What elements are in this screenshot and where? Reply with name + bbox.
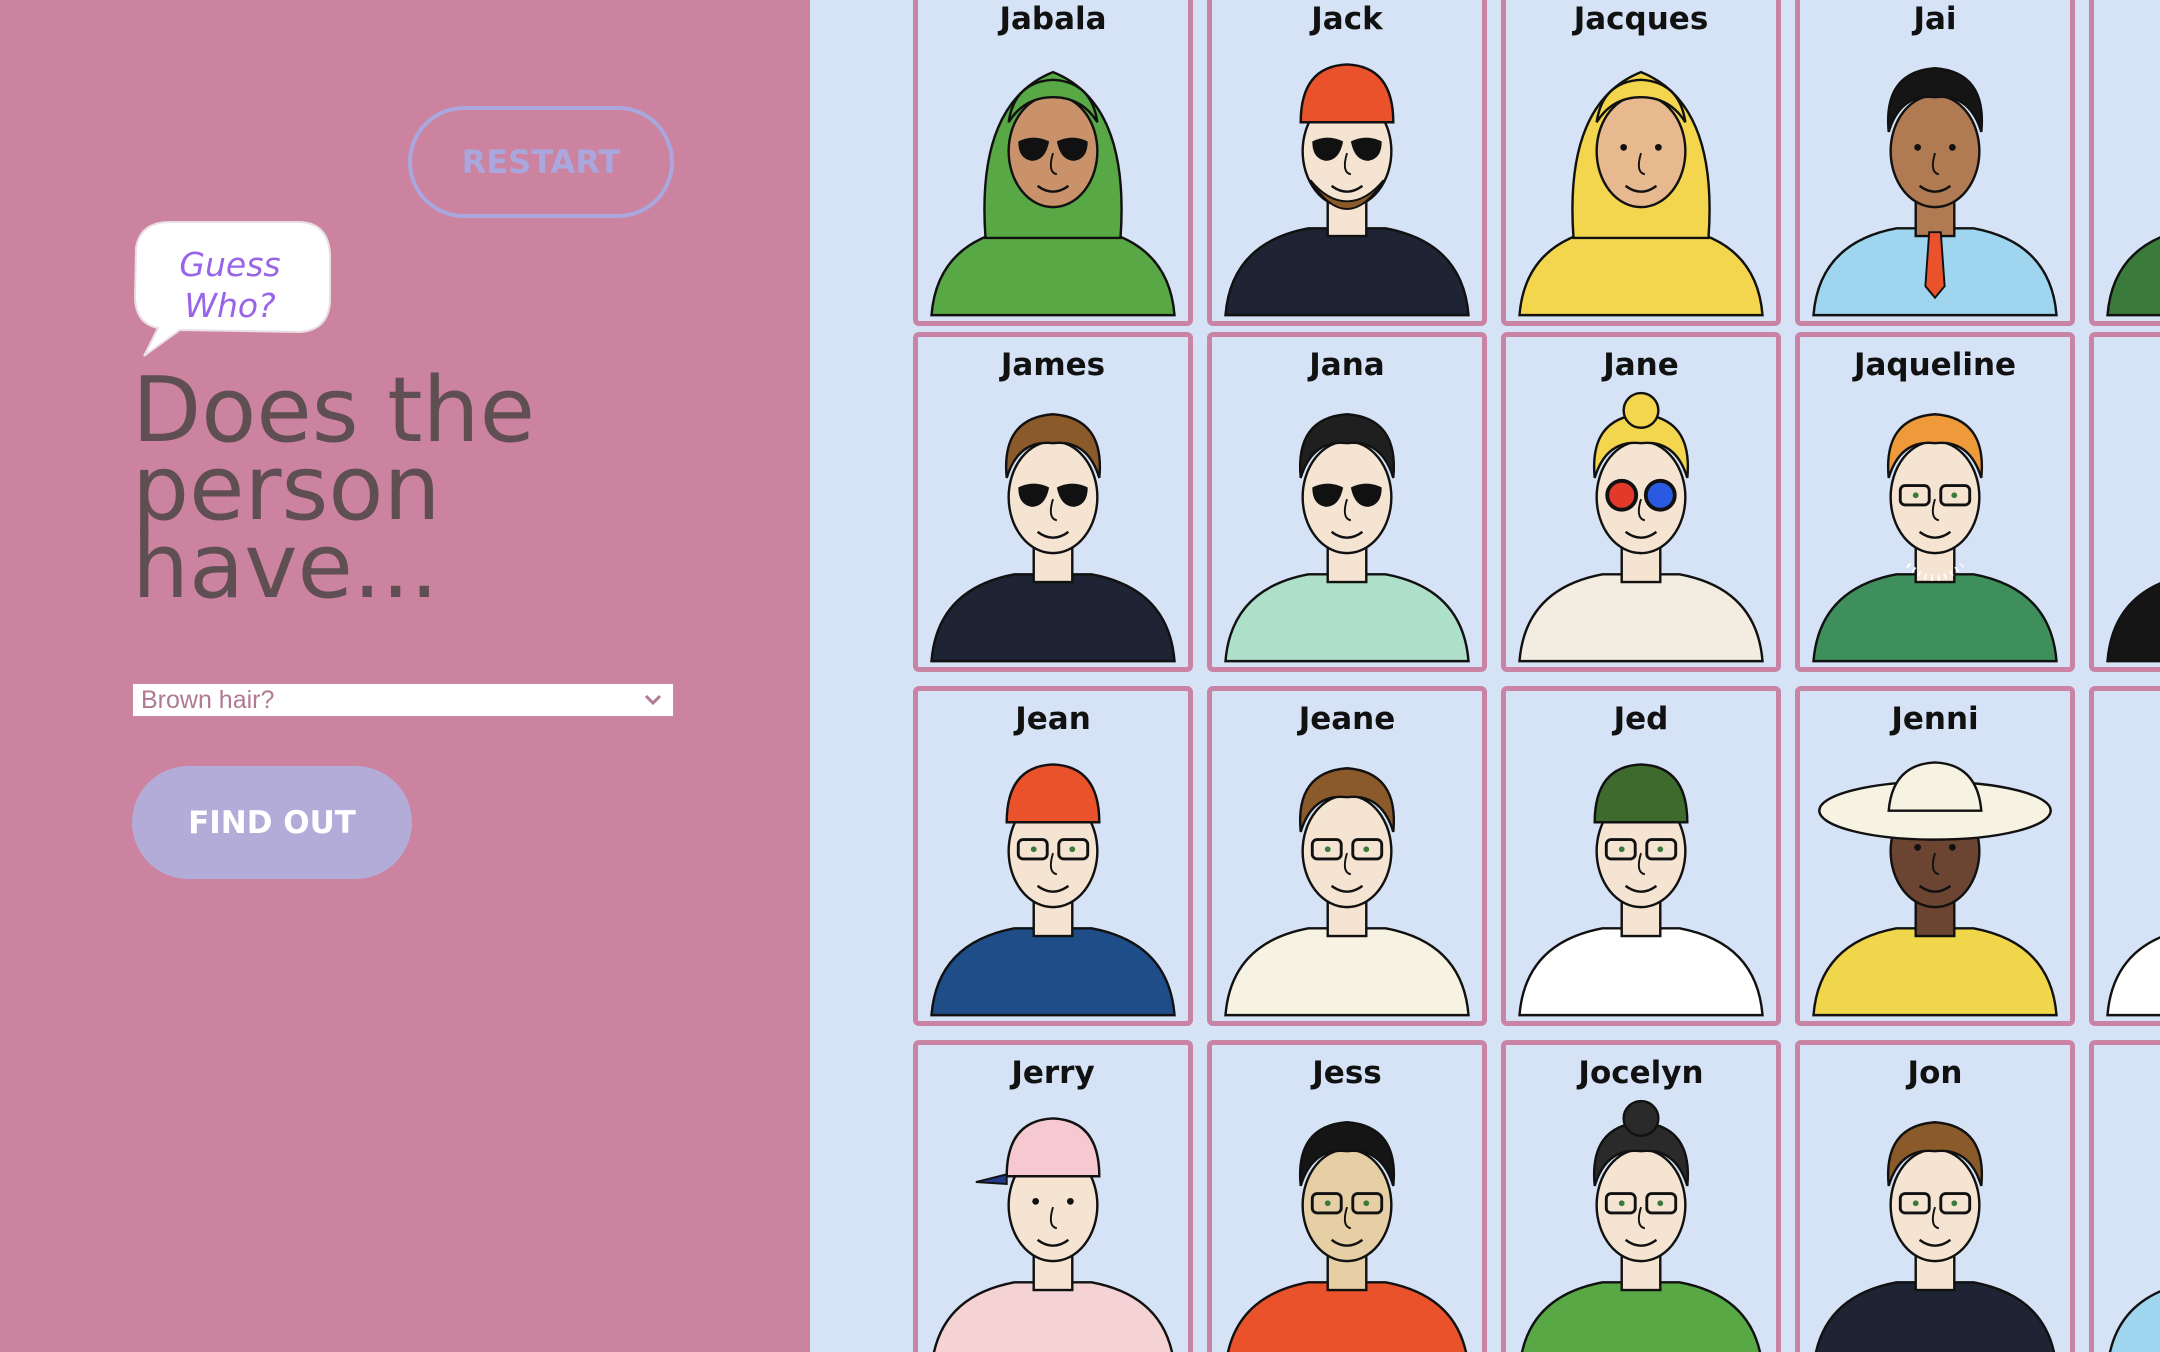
character-card-james-5[interactable]: James [913,332,1193,672]
portrait-jon-18 [1814,1121,2056,1352]
character-card-jane-7[interactable]: Jane [1501,332,1781,672]
character-name: Jenni [1891,701,1979,737]
character-name: Jaqueline [1853,347,2017,383]
logo-text: Guess Who? [130,244,330,326]
logo-line-1: Guess [179,245,281,284]
portrait-jess-16 [1226,1121,1468,1352]
chevron-down-icon [633,683,673,717]
character-name: Jana [1309,347,1385,383]
portrait-jacques-2 [1518,70,1764,317]
portrait-jana-6 [1224,413,1470,663]
portrait-jabala-0 [930,70,1176,317]
portrait-jerry-15 [932,1117,1174,1352]
character-name: Jean [1015,701,1091,737]
character-card-partial-14[interactable] [2089,686,2160,1026]
character-card-jon-18[interactable]: Jon [1795,1040,2075,1352]
portrait-partial-4 [2106,236,2160,317]
portrait-j-9 [2106,582,2160,663]
character-card-jocelyn-17[interactable]: Jocelyn [1501,1040,1781,1352]
portrait-jane-7 [1518,391,1764,663]
character-name: Jacques [1573,1,1709,37]
character-name: Jane [1603,347,1679,383]
character-name: Jai [1913,1,1957,37]
character-card-jai-3[interactable]: Jai [1795,0,2075,326]
character-card-jaqueline-8[interactable]: Jaqueline [1795,332,2075,672]
portrait-jeane-11 [1224,767,1470,1017]
character-card-jerry-15[interactable]: Jerry [913,1040,1193,1352]
character-name: J [2094,347,2160,383]
character-board: Jabala Jack Jacques Jai James Jana Jane Jaqueli… [810,0,2160,1352]
logo-line-2: Who? [184,286,276,325]
character-name: Jocelyn [1578,1055,1704,1091]
character-card-jess-16[interactable]: Jess [1207,1040,1487,1352]
character-name: Jess [1312,1055,1382,1091]
character-name: James [1000,347,1106,383]
portrait-jaqueline-8 [1812,413,2058,663]
portrait-jed-12 [1518,763,1764,1017]
character-card-jabala-0[interactable]: Jabala [913,0,1193,326]
portrait-jai-3 [1812,67,2058,317]
question-select-value: Brown hair? [141,685,275,714]
question-select[interactable]: Brown hair? [132,683,674,717]
question-title: Does the person have... [132,366,732,619]
character-card-jenni-13[interactable]: Jenni [1795,686,2075,1026]
find-out-button[interactable]: FIND OUT [132,766,412,879]
character-name: Jerry [1011,1055,1095,1091]
character-card-jeane-11[interactable]: Jeane [1207,686,1487,1026]
character-card-jacques-2[interactable]: Jacques [1501,0,1781,326]
portrait-partial-14 [2106,936,2160,1017]
portrait-partial-19 [2108,1290,2160,1352]
left-panel: RESTART Guess Who? Does the person have.… [0,0,810,1352]
portrait-jenni-13 [1812,761,2058,1017]
portrait-james-5 [930,413,1176,663]
character-card-jack-1[interactable]: Jack [1207,0,1487,326]
character-card-partial-19[interactable] [2089,1040,2160,1352]
portrait-jack-1 [1224,63,1470,317]
character-name: Jed [1613,701,1669,737]
question-line-3: have... [132,514,439,619]
character-card-j-9[interactable]: J [2089,332,2160,672]
character-name: Jon [1907,1055,1963,1091]
character-card-jean-10[interactable]: Jean [913,686,1193,1026]
restart-button[interactable]: RESTART [408,106,674,218]
character-card-partial-4[interactable] [2089,0,2160,326]
portrait-jocelyn-17 [1520,1099,1762,1352]
character-name: Jack [1311,1,1383,37]
character-name: Jeane [1298,701,1396,737]
guess-who-logo: Guess Who? [130,218,335,360]
portrait-jean-10 [930,763,1176,1017]
character-card-jana-6[interactable]: Jana [1207,332,1487,672]
character-card-jed-12[interactable]: Jed [1501,686,1781,1026]
character-name: Jabala [999,1,1107,37]
